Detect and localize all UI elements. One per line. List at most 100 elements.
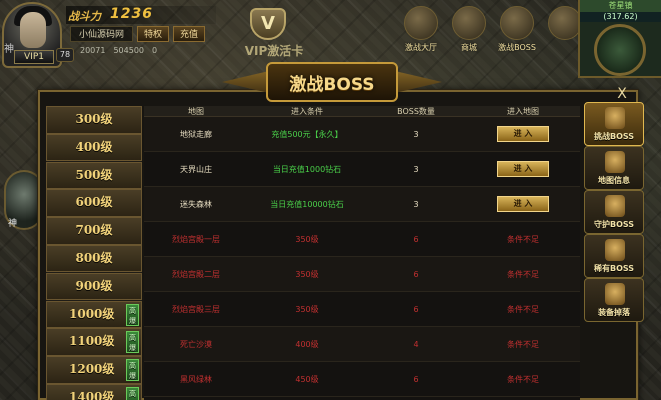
recharge-button[interactable]: 充值 (173, 26, 206, 42)
minimap-coord: (317.62) (580, 12, 661, 22)
cell-boss-count: 3 (413, 129, 419, 139)
enter-button[interactable]: 进 入 (497, 161, 549, 177)
level-tab-1000[interactable]: 1000级 高爆 (46, 300, 142, 329)
enter-button[interactable]: 进 入 (497, 196, 549, 212)
top-icon-bar: 激战大厅 商城 激战BOSS (400, 4, 586, 64)
table-body: 地狱走廊 充值500元【永久】 3 进 入 天界山庄 当日充值1000钻石 3 … (144, 117, 580, 397)
guard-icon (605, 195, 625, 217)
level-tab-500[interactable]: 500级 (46, 161, 142, 190)
vip-shield-icon: V (250, 8, 286, 40)
table-row: 地狱走廊 充值500元【永久】 3 进 入 (144, 117, 580, 152)
bind-value: 0 (152, 46, 158, 55)
level-tab-label: 1400级 (69, 389, 115, 400)
level-tab-1400[interactable]: 1400级高爆 (46, 383, 142, 400)
cell-condition: 当日充值1000钻石 (272, 164, 342, 174)
level-tab-900[interactable]: 900级 (46, 272, 142, 301)
side-tab-label: 装备掉落 (598, 308, 630, 317)
side-tab-bar: 挑战BOSS 地图信息 守护BOSS 稀有BOSS 装备掉落 (584, 102, 644, 400)
cell-enter: 进 入 (466, 126, 580, 142)
ingot-value: 504500 (113, 46, 144, 55)
top-icon-shop[interactable]: 商城 (448, 4, 490, 64)
table-header: 地图 进入条件 BOSS数量 进入地图 (144, 106, 580, 117)
minimap-title: 苍星镇 (580, 0, 661, 12)
level-tab-1100[interactable]: 1100级 高爆 (46, 328, 142, 356)
boss-map-table: 地图 进入条件 BOSS数量 进入地图 地狱走廊 充值500元【永久】 3 进 … (144, 106, 580, 400)
cell-map: 天界山庄 (180, 164, 212, 174)
minimap[interactable]: 苍星镇 (317.62) (578, 0, 661, 78)
cell-boss-count: 6 (413, 374, 419, 384)
header-boss-count: BOSS数量 (397, 107, 435, 116)
cell-map: 烈焰宫殿一层 (172, 234, 220, 244)
high-drop-badge: 高爆 (126, 386, 139, 400)
power-label: 战斗力 (68, 10, 101, 23)
table-row: 黑风绿林 450级 6 条件不足 (144, 362, 580, 397)
header-enter: 进入地图 (507, 107, 539, 116)
level-tab-400[interactable]: 400级 (46, 133, 142, 162)
level-tab-label: 700级 (75, 223, 113, 238)
level-tab-600[interactable]: 600级 (46, 189, 142, 217)
level-tab-list: 300级 400级 500级 600级 700级 800级 900级 1000级… (46, 106, 142, 400)
cell-enter: 进 入 (466, 196, 580, 212)
close-button[interactable]: X (614, 86, 630, 102)
cell-status: 条件不足 (507, 339, 539, 349)
currency-row: 20071 504500 0 (80, 46, 157, 55)
boss-icon (500, 6, 534, 40)
portrait-face (20, 12, 46, 48)
sword-icon (605, 107, 625, 129)
level-tab-label: 900级 (75, 278, 113, 293)
level-tab-800[interactable]: 800级 (46, 244, 142, 273)
high-drop-badge: 高爆 (126, 303, 139, 326)
minimap-ring (594, 24, 646, 76)
top-icon-rank[interactable]: 激战大厅 (400, 4, 442, 64)
extra-icon (548, 6, 582, 40)
top-icon-boss[interactable]: 激战BOSS (496, 4, 538, 64)
power-value: 1236 (110, 6, 153, 22)
player-level-badge: 78 (56, 48, 74, 62)
table-row: 迷失森林 当日充值10000钻石 3 进 入 (144, 187, 580, 222)
cell-status: 条件不足 (507, 304, 539, 314)
table-row: 烈焰宫殿一层 350级 6 条件不足 (144, 222, 580, 257)
player-portrait[interactable]: VIP1 (2, 2, 62, 68)
enter-button[interactable]: 进 入 (497, 126, 549, 142)
cell-condition: 450级 (295, 374, 319, 384)
privilege-button[interactable]: 特权 (137, 26, 170, 42)
table-row: 天界山庄 当日充值1000钻石 3 进 入 (144, 152, 580, 187)
level-tab-label: 1000级 (69, 306, 115, 321)
cell-map: 烈焰宫殿二层 (172, 269, 220, 279)
cell-condition: 当日充值10000钻石 (270, 199, 344, 209)
side-tab-label: 守护BOSS (593, 220, 635, 229)
level-tab-label: 1200级 (69, 362, 115, 377)
cell-condition: 400级 (295, 339, 319, 349)
cell-boss-count: 6 (413, 234, 419, 244)
cell-condition: 充值500元【永久】 (271, 129, 343, 139)
level-tab-label: 1100级 (69, 334, 115, 349)
gold-value: 20071 (80, 46, 106, 55)
side-tab-equipment-drop[interactable]: 装备掉落 (584, 278, 644, 322)
level-tab-700[interactable]: 700级 (46, 217, 142, 245)
side-tab-challenge-boss[interactable]: 挑战BOSS (584, 102, 644, 146)
level-tab-label: 400级 (75, 139, 113, 154)
dialog-title-plate: 激战BOSS (222, 60, 432, 106)
table-row: 烈焰宫殿二层 350级 6 条件不足 (144, 257, 580, 292)
map-icon (605, 151, 625, 173)
cell-condition: 350级 (295, 234, 319, 244)
cell-condition: 350级 (295, 304, 319, 314)
side-tab-map-info[interactable]: 地图信息 (584, 146, 644, 190)
vip-tag: VIP1 (14, 50, 54, 64)
rank-icon (404, 6, 438, 40)
cell-map: 死亡沙漠 (180, 339, 212, 349)
high-drop-badge: 高爆 (126, 331, 139, 354)
header-condition: 进入条件 (291, 107, 323, 116)
cell-condition: 350级 (295, 269, 319, 279)
side-tab-rare-boss[interactable]: 稀有BOSS (584, 234, 644, 278)
level-tab-label: 500级 (75, 167, 113, 182)
vip-activation-card[interactable]: V VIP激活卡 (230, 4, 310, 64)
cell-boss-count: 6 (413, 304, 419, 314)
table-row: 烈焰宫殿三层 350级 6 条件不足 (144, 292, 580, 327)
level-tab-300[interactable]: 300级 (46, 106, 142, 134)
level-tab-1200[interactable]: 1200级 高爆 (46, 356, 142, 384)
cell-boss-count: 3 (413, 164, 419, 174)
cell-boss-count: 6 (413, 269, 419, 279)
side-tab-guard-boss[interactable]: 守护BOSS (584, 190, 644, 234)
level-tab-label: 600级 (75, 195, 113, 210)
